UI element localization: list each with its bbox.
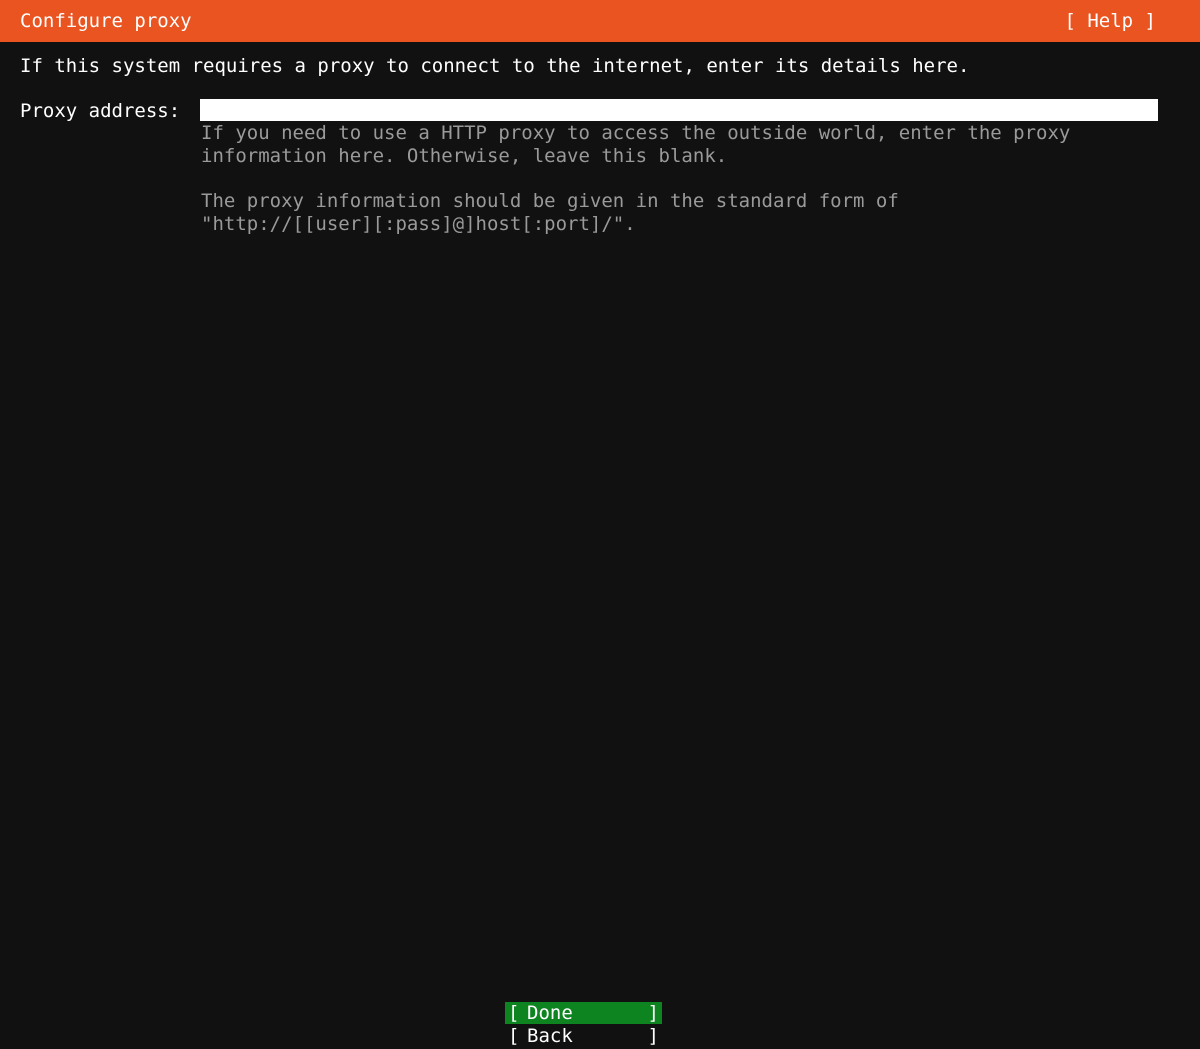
proxy-format-help-text: The proxy information should be given in…: [201, 190, 899, 235]
back-button[interactable]: [ Back ]: [505, 1025, 662, 1047]
back-bracket-right: ]: [647, 1025, 659, 1047]
back-bracket-left: [: [508, 1025, 520, 1047]
page-title: Configure proxy: [20, 10, 192, 32]
proxy-address-label: Proxy address:: [20, 100, 181, 122]
done-bracket-left: [: [508, 1002, 520, 1024]
back-button-label: Back: [527, 1025, 573, 1047]
help-button[interactable]: [ Help ]: [1064, 9, 1156, 33]
proxy-address-input[interactable]: [200, 99, 1158, 121]
done-bracket-right: ]: [647, 1002, 659, 1024]
done-button[interactable]: [ Done ]: [505, 1002, 662, 1024]
title-bar: Configure proxy [ Help ]: [0, 0, 1200, 42]
proxy-help-text: If you need to use a HTTP proxy to acces…: [201, 122, 1071, 167]
intro-text: If this system requires a proxy to conne…: [20, 55, 970, 77]
done-button-label: Done: [527, 1002, 573, 1024]
